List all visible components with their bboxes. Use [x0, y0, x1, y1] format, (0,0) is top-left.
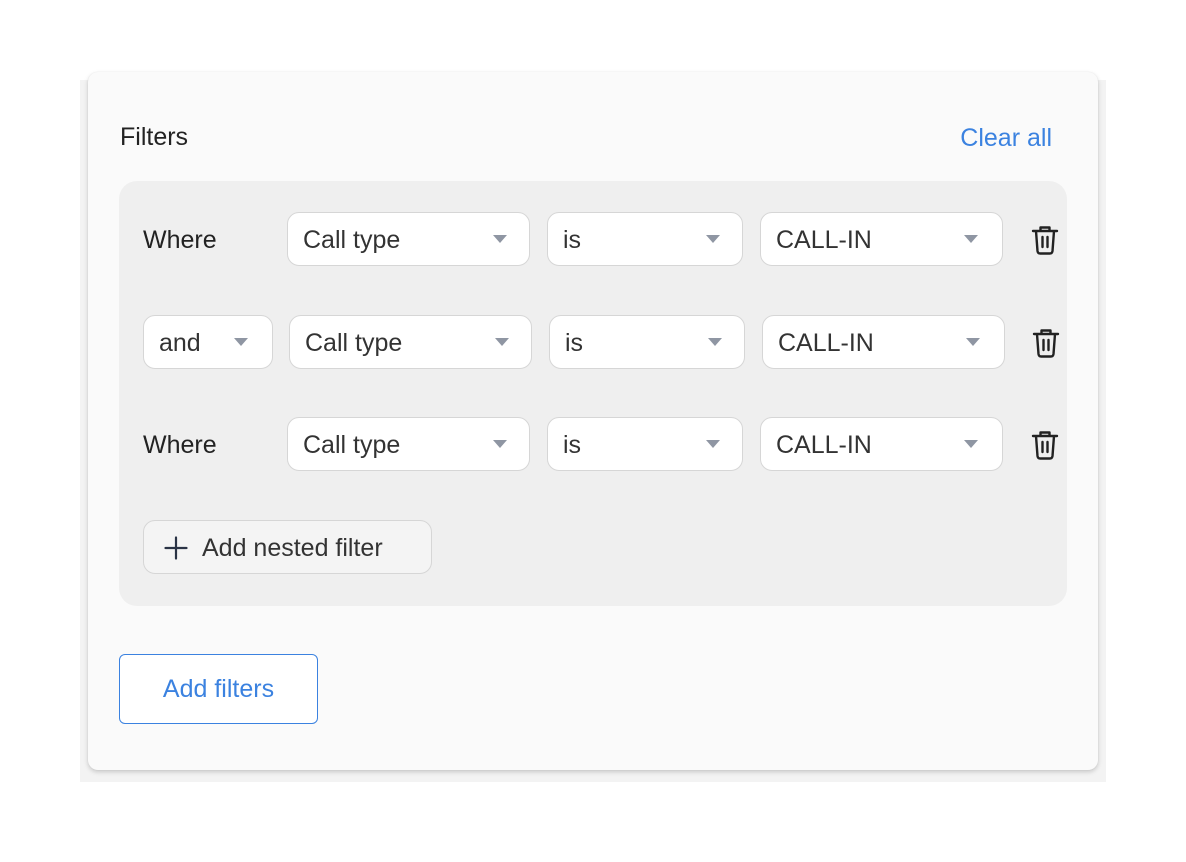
chevron-down-icon — [493, 440, 507, 448]
chevron-down-icon — [234, 338, 248, 346]
add-nested-filter-button[interactable]: Add nested filter — [143, 520, 432, 574]
chevron-down-icon — [708, 338, 722, 346]
operator-select-value: is — [565, 329, 584, 357]
chevron-down-icon — [964, 440, 978, 448]
trash-icon[interactable] — [1030, 224, 1060, 256]
chevron-down-icon — [706, 440, 720, 448]
value-select[interactable]: CALL-IN — [760, 212, 1003, 266]
field-select-value: Call type — [305, 329, 403, 357]
field-select[interactable]: Call type — [287, 417, 530, 471]
chevron-down-icon — [495, 338, 509, 346]
value-select-value: CALL-IN — [776, 431, 872, 459]
trash-icon[interactable] — [1031, 327, 1061, 359]
trash-icon[interactable] — [1030, 429, 1060, 461]
add-nested-filter-label: Add nested filter — [202, 534, 383, 562]
value-select-value: CALL-IN — [778, 329, 874, 357]
value-select[interactable]: CALL-IN — [762, 315, 1005, 369]
connector-label: Where — [143, 431, 217, 459]
filter-row: Where Call type is CALL-IN — [119, 212, 1067, 268]
operator-select-value: is — [563, 431, 582, 459]
operator-select[interactable]: is — [547, 212, 743, 266]
field-select-value: Call type — [303, 226, 401, 254]
chevron-down-icon — [706, 235, 720, 243]
plus-icon — [164, 536, 188, 560]
filters-panel: Filters Clear all Where Call type is CAL… — [88, 72, 1098, 770]
filter-row: and Call type is CALL-IN — [119, 315, 1067, 371]
operator-select-value: is — [563, 226, 582, 254]
operator-select[interactable]: is — [549, 315, 745, 369]
connector-label: Where — [143, 226, 217, 254]
value-select[interactable]: CALL-IN — [760, 417, 1003, 471]
chevron-down-icon — [493, 235, 507, 243]
chevron-down-icon — [966, 338, 980, 346]
add-filters-label: Add filters — [162, 675, 275, 703]
connector-select[interactable]: and — [143, 315, 273, 369]
connector-select-value: and — [159, 329, 201, 357]
panel-title: Filters — [120, 123, 189, 151]
operator-select[interactable]: is — [547, 417, 743, 471]
filter-row: Where Call type is CALL-IN — [119, 417, 1067, 473]
add-filters-button[interactable]: Add filters — [119, 654, 318, 724]
field-select[interactable]: Call type — [289, 315, 532, 369]
filter-group: Where Call type is CALL-IN and Call type… — [119, 181, 1067, 606]
field-select[interactable]: Call type — [287, 212, 530, 266]
clear-all-link[interactable]: Clear all — [960, 123, 1052, 153]
chevron-down-icon — [964, 235, 978, 243]
field-select-value: Call type — [303, 431, 401, 459]
value-select-value: CALL-IN — [776, 226, 872, 254]
